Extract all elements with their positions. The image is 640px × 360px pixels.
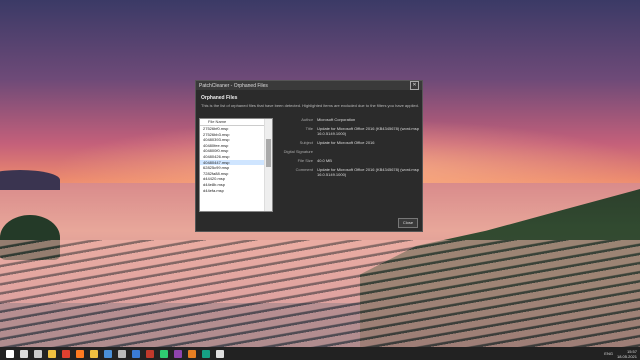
- app2-icon[interactable]: [160, 349, 168, 358]
- file-properties: Author Microsoft Corporation Title Update f…: [280, 117, 420, 181]
- property-value: Update for Microsoft Office 2016 (KB4345…: [317, 167, 419, 177]
- property-row: Author Microsoft Corporation: [280, 117, 420, 122]
- dialog-titlebar[interactable]: PatchCleaner - Orphaned Files ✕: [196, 81, 422, 90]
- app3-icon[interactable]: [174, 349, 182, 358]
- settings-icon[interactable]: [118, 349, 126, 358]
- taskbar: ENG 15:57 18.05.2021: [0, 347, 640, 360]
- system-tray: ENG 15:57 18.05.2021: [604, 347, 637, 360]
- language-indicator[interactable]: ENG: [604, 351, 613, 356]
- app1-icon[interactable]: [146, 349, 154, 358]
- property-row: Comment Update for Microsoft Office 2016 …: [280, 167, 420, 177]
- chrome-icon[interactable]: [62, 349, 70, 358]
- property-row: Title Update for Microsoft Office 2016 (K…: [280, 126, 420, 136]
- explorer-icon[interactable]: [48, 349, 56, 358]
- property-row: File Size 40.0 MB: [280, 158, 420, 163]
- scroll-thumb[interactable]: [266, 139, 271, 167]
- app4-icon[interactable]: [188, 349, 196, 358]
- property-key: Title: [305, 126, 313, 131]
- property-row: Subject Update for Microsoft Office 2016: [280, 140, 420, 145]
- folder-icon[interactable]: [90, 349, 98, 358]
- file-list-header[interactable]: File Name: [200, 119, 272, 126]
- search-icon[interactable]: [20, 349, 28, 358]
- windows-start-icon[interactable]: [6, 349, 14, 358]
- property-key: Subject: [299, 140, 313, 145]
- dialog-description: This is the list of orphaned files that …: [201, 103, 419, 108]
- file-list[interactable]: File Name 27526bf0.msp 27526bb3.msp 404803…: [199, 118, 273, 212]
- property-key: File Size: [297, 158, 313, 163]
- wallpaper-hill: [0, 170, 60, 190]
- clock-date: 18.05.2021: [616, 353, 637, 359]
- app6-icon[interactable]: [216, 349, 224, 358]
- property-value: 40.0 MB: [317, 158, 332, 163]
- property-key: Comment: [295, 167, 313, 172]
- property-row: Digital Signature: [280, 149, 420, 154]
- property-value: Microsoft Corporation: [317, 117, 356, 122]
- close-icon[interactable]: ✕: [410, 81, 419, 90]
- app5-icon[interactable]: [202, 349, 210, 358]
- property-key: Author: [301, 117, 313, 122]
- firefox-icon[interactable]: [76, 349, 84, 358]
- orphaned-files-dialog: PatchCleaner - Orphaned Files ✕ Orphaned…: [195, 80, 423, 232]
- property-value: [317, 149, 420, 154]
- property-value: Update for Microsoft Office 2016 (KB4345…: [317, 126, 419, 136]
- dialog-title: PatchCleaner - Orphaned Files: [199, 82, 268, 89]
- mail-icon[interactable]: [132, 349, 140, 358]
- clock[interactable]: 15:57 18.05.2021: [617, 349, 637, 359]
- wallpaper-terraces: [0, 240, 640, 348]
- file-list-item[interactable]: d44efa.msp: [200, 188, 272, 194]
- store-icon[interactable]: [104, 349, 112, 358]
- close-button[interactable]: Close: [398, 218, 418, 228]
- property-value: Update for Microsoft Office 2016: [317, 140, 375, 145]
- file-list-scrollbar[interactable]: [264, 119, 272, 211]
- task-view-icon[interactable]: [34, 349, 42, 358]
- property-key: Digital Signature: [283, 149, 313, 154]
- dialog-heading: Orphaned Files: [201, 95, 238, 101]
